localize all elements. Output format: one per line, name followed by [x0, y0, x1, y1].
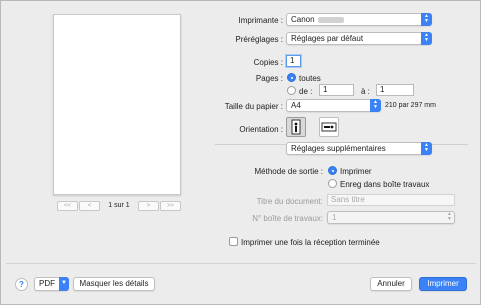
popup-arrows-icon: ▲ ▼	[370, 99, 381, 112]
help-button[interactable]: ?	[15, 278, 28, 291]
document-title-input[interactable]: Sans titre	[327, 194, 455, 206]
output-print-label: Imprimer	[340, 167, 372, 176]
presets-label: Préréglages :	[235, 35, 283, 44]
popup-arrows-icon: ▲ ▼	[421, 32, 432, 45]
cancel-button[interactable]: Annuler	[370, 277, 412, 291]
print-once-received-label: Imprimer une fois la réception terminée	[241, 238, 380, 247]
popup-arrows-icon: ▲ ▼	[421, 142, 432, 155]
paper-size-popup[interactable]: A4 ▲ ▼	[286, 99, 381, 112]
orientation-label: Orientation :	[239, 125, 283, 134]
next-page-button[interactable]: >	[138, 201, 159, 211]
printer-label: Imprimante :	[238, 16, 283, 25]
popup-arrows-icon: ▲ ▼	[447, 211, 452, 222]
portrait-orientation-button[interactable]	[286, 117, 306, 137]
paper-size-label: Taille du papier :	[224, 102, 283, 111]
pages-to-input[interactable]: 1	[376, 84, 414, 96]
printer-model-blurred	[317, 16, 344, 23]
pages-to-label: à :	[361, 87, 370, 96]
print-once-received-checkbox[interactable]	[229, 237, 238, 246]
copies-input[interactable]: 1	[286, 55, 301, 67]
last-page-button[interactable]: >>	[160, 201, 181, 211]
landscape-icon	[321, 122, 337, 132]
preview-pager: << < 1 sur 1 > >>	[57, 201, 181, 213]
pages-all-radio[interactable]	[287, 73, 296, 82]
pages-all-label: toutes	[299, 74, 321, 83]
page-preview	[53, 14, 181, 195]
landscape-orientation-button[interactable]	[319, 117, 339, 137]
paper-size-value: A4	[291, 101, 301, 110]
first-page-button[interactable]: <<	[57, 201, 78, 211]
bottom-divider	[6, 263, 476, 264]
hide-details-button[interactable]: Masquer les détails	[73, 277, 155, 291]
portrait-icon	[291, 119, 301, 135]
popup-arrows-icon: ▲ ▼	[421, 13, 432, 26]
previous-page-button[interactable]: <	[79, 201, 100, 211]
output-save-label: Enreg dans boîte travaux	[340, 180, 430, 189]
output-print-radio[interactable]	[328, 166, 337, 175]
job-box-number-value: 1	[332, 213, 337, 222]
print-dialog: << < 1 sur 1 > >> Imprimante : Canon ▲ ▼ …	[0, 0, 481, 305]
pdf-menu-button[interactable]: PDF ▼	[34, 277, 69, 291]
settings-section-popup[interactable]: Réglages supplémentaires ▲ ▼	[286, 142, 432, 155]
pages-range-radio[interactable]	[287, 86, 296, 95]
presets-value: Réglages par défaut	[291, 34, 364, 43]
document-title-label: Titre du document:	[256, 197, 323, 206]
chevron-down-icon: ▼	[59, 277, 69, 291]
job-box-number-label: N° boîte de travaux:	[252, 214, 323, 223]
settings-section-value: Réglages supplémentaires	[291, 144, 386, 153]
page-status: 1 sur 1	[108, 202, 130, 209]
output-method-label: Méthode de sortie :	[254, 167, 323, 176]
pages-from-input[interactable]: 1	[319, 84, 354, 96]
printer-popup[interactable]: Canon ▲ ▼	[286, 13, 432, 26]
pages-label: Pages :	[255, 74, 283, 83]
pages-from-label: de :	[299, 87, 313, 96]
printer-value: Canon	[291, 15, 315, 24]
print-button[interactable]: Imprimer	[419, 277, 467, 291]
output-save-radio[interactable]	[328, 179, 337, 188]
presets-popup[interactable]: Réglages par défaut ▲ ▼	[286, 32, 432, 45]
copies-label: Copies :	[253, 58, 283, 67]
pdf-label: PDF	[39, 279, 55, 288]
job-box-number-popup[interactable]: 1 ▲ ▼	[327, 211, 455, 224]
paper-dimensions: 210 par 297 mm	[385, 102, 436, 109]
